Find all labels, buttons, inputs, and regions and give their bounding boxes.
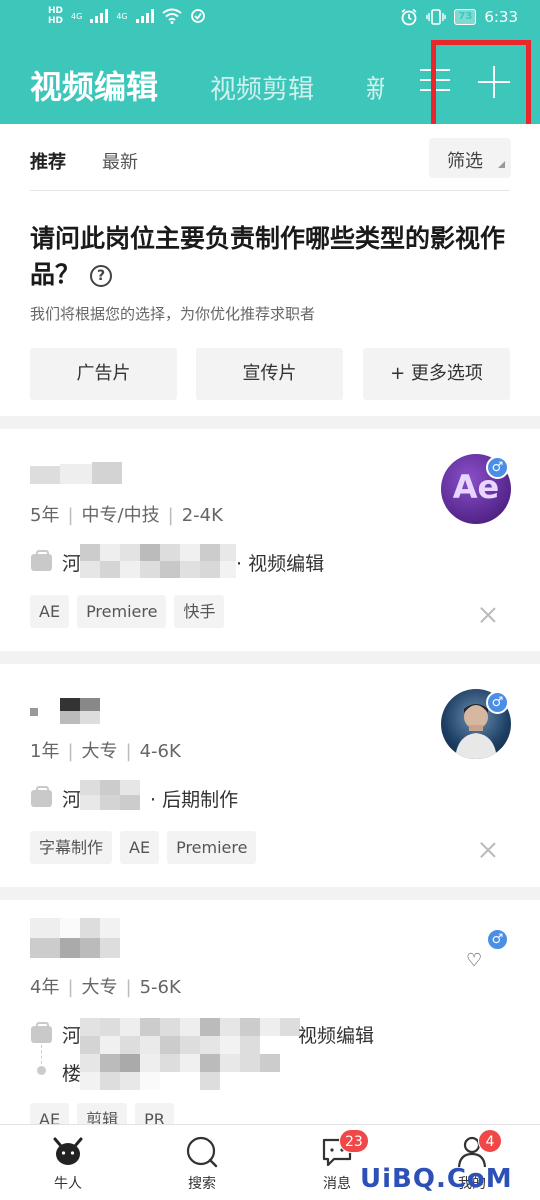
- male-icon: ♂: [486, 928, 509, 951]
- message-badge: 23: [339, 1129, 369, 1153]
- job-prefix: 河: [62, 789, 82, 811]
- company-blurred: [80, 780, 140, 810]
- highlight-box: [431, 40, 531, 131]
- skill-tag: AE: [30, 595, 70, 628]
- skill-tag: Premiere: [77, 595, 167, 628]
- question-title: 请问此岗位主要负责制作哪些类型的影视作品？?: [30, 221, 510, 293]
- network-4g-label: 4G: [71, 11, 83, 21]
- skill-tag: AE: [120, 831, 160, 864]
- candidate-name-blurred: [30, 698, 102, 724]
- briefcase-icon: [31, 786, 52, 807]
- watermark: UiBQ.CoM: [360, 1164, 513, 1194]
- skill-tags: AE Premiere 快手: [30, 595, 225, 628]
- skill-tag: 快手: [174, 595, 225, 628]
- filter-corner-icon: [498, 161, 505, 168]
- candidate-name-blurred: [30, 462, 122, 484]
- skill-tag: 字幕制作: [30, 831, 113, 864]
- skill-tag: PR: [135, 1103, 174, 1124]
- battery-indicator: 73: [454, 9, 477, 25]
- male-icon: ♂: [486, 691, 509, 714]
- nav-label: 搜索: [188, 1176, 216, 1192]
- candidate-card[interactable]: 1年 | 大专 | 4-6K 河 · 后期制作 字幕制作 AE Premiere ♂: [0, 664, 540, 887]
- tab-overflow[interactable]: 新: [366, 69, 384, 106]
- option-ad[interactable]: 广告片: [30, 348, 177, 400]
- candidate-meta: 4年 | 大专 | 5-6K: [30, 977, 181, 998]
- signal-icon-2: [135, 9, 154, 23]
- data-saver-icon: [190, 9, 205, 23]
- skill-tag: AE: [30, 1103, 70, 1124]
- candidate-meta: 1年 | 大专 | 4-6K: [30, 741, 181, 762]
- option-more[interactable]: + 更多选项: [363, 348, 510, 400]
- hd-indicator: HD HD: [48, 6, 64, 26]
- dismiss-icon[interactable]: [480, 842, 496, 858]
- option-promo[interactable]: 宣传片: [196, 348, 343, 400]
- skill-tag: 剪辑: [77, 1103, 128, 1124]
- sort-bar: 推荐 最新 筛选: [0, 124, 540, 192]
- skill-tags: AE 剪辑 PR: [30, 1103, 174, 1124]
- clock: 6:33: [484, 8, 518, 26]
- preference-question: 请问此岗位主要负责制作哪些类型的影视作品？? 我们将根据您的选择，为你优化推荐求…: [0, 191, 540, 416]
- sort-recommend[interactable]: 推荐: [30, 148, 66, 174]
- help-icon[interactable]: ?: [90, 265, 113, 287]
- favorite-icon[interactable]: ♡: [466, 950, 482, 971]
- company-blurred: [80, 544, 236, 578]
- nav-label: 牛人: [54, 1176, 82, 1192]
- profile-badge: 4: [478, 1129, 502, 1153]
- job-tabs: 视频编辑 视频剪辑 新: [30, 62, 384, 108]
- job2-prefix: 楼: [62, 1063, 82, 1085]
- alarm-icon: [401, 8, 417, 26]
- sort-latest[interactable]: 最新: [102, 148, 138, 174]
- timeline-dot: [37, 1066, 46, 1075]
- job-title: · 视频编辑: [236, 553, 325, 575]
- job-prefix: 河: [62, 553, 82, 575]
- nav-talent[interactable]: 牛人: [28, 1125, 108, 1200]
- network-4g-label-2: 4G: [116, 11, 128, 21]
- tab-video-cutting[interactable]: 视频剪辑: [210, 69, 314, 106]
- company-blurred: [80, 1018, 300, 1090]
- briefcase-icon: [31, 550, 52, 571]
- briefcase-icon: [31, 1022, 52, 1043]
- skill-tag: Premiere: [167, 831, 257, 864]
- signal-icon: [90, 9, 109, 23]
- wifi-icon: [161, 8, 182, 24]
- nav-search[interactable]: 搜索: [162, 1125, 242, 1200]
- bull-icon: [53, 1137, 83, 1165]
- job-prefix: 河: [62, 1025, 82, 1047]
- candidate-name-blurred: [30, 918, 120, 958]
- candidate-card[interactable]: 4年 | 大专 | 5-6K 河 楼 视频编辑 AE 剪辑 PR ♂ ♡: [0, 900, 540, 1124]
- filter-button[interactable]: 筛选: [429, 138, 511, 178]
- job-title: · 后期制作: [150, 789, 239, 811]
- search-icon: [186, 1136, 218, 1168]
- candidate-meta: 5年 | 中专/中技 | 2-4K: [30, 505, 223, 526]
- vibrate-icon: [426, 9, 447, 25]
- job-title: 视频编辑: [298, 1025, 375, 1047]
- male-icon: ♂: [486, 456, 509, 479]
- status-bar: HD HD 4G 4G 73 6:33: [0, 0, 540, 40]
- dismiss-icon[interactable]: [480, 607, 496, 623]
- skill-tags: 字幕制作 AE Premiere: [30, 831, 257, 864]
- question-subtitle: 我们将根据您的选择，为你优化推荐求职者: [30, 305, 316, 323]
- candidate-card[interactable]: 5年 | 中专/中技 | 2-4K 河 · 视频编辑 AE Premiere 快手 Ae…: [0, 429, 540, 651]
- tab-video-editing[interactable]: 视频编辑: [30, 62, 158, 108]
- filter-label: 筛选: [447, 151, 483, 172]
